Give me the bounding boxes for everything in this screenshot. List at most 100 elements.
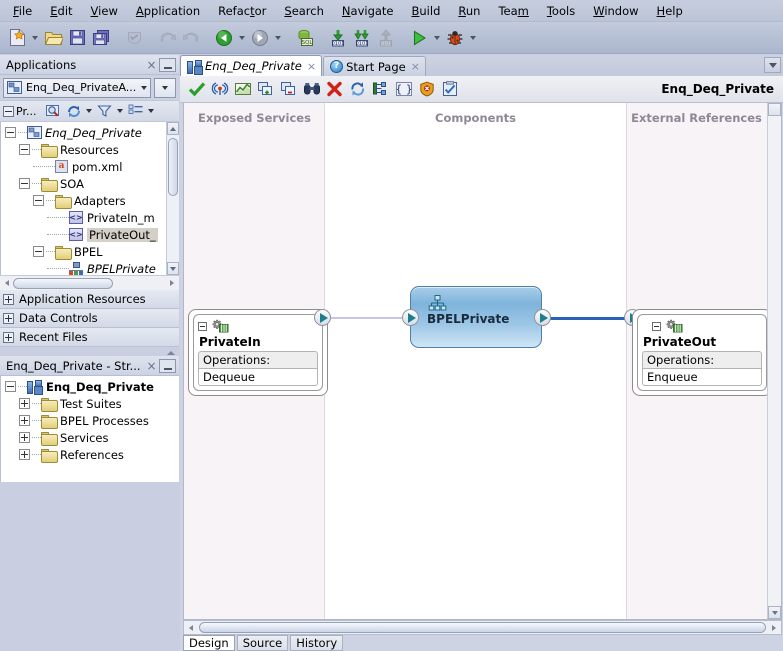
exposed-service-privatein[interactable]: PrivateIn Operations: Dequeue <box>188 309 328 396</box>
menu-item-edit[interactable]: Edit <box>41 2 81 20</box>
menu-item-application[interactable]: Application <box>127 2 209 20</box>
collapse-icon[interactable] <box>5 127 16 138</box>
scroll-down-arrow[interactable] <box>768 606 781 619</box>
close-icon[interactable]: × <box>144 359 159 373</box>
tree-item[interactable]: <> PrivateIn_m <box>1 209 179 226</box>
menu-item-navigate[interactable]: Navigate <box>333 2 403 20</box>
view-options-icon[interactable] <box>125 102 146 121</box>
filter-dropdown-arrow[interactable] <box>115 109 125 113</box>
collapse-icon[interactable] <box>33 195 44 206</box>
editor-tab-start-page[interactable]: ? Start Page × <box>323 56 426 76</box>
delete-red-x-icon[interactable] <box>323 78 346 101</box>
collapse-all-icon[interactable] <box>3 105 14 117</box>
new-dropdown-arrow[interactable] <box>29 27 41 49</box>
add-component-icon[interactable] <box>254 78 277 101</box>
scroll-up-arrow[interactable] <box>768 103 781 116</box>
menu-item-refactor[interactable]: Refactor <box>209 2 275 20</box>
component-output-port[interactable] <box>534 309 551 326</box>
project-tree-hscrollbar[interactable] <box>0 275 179 290</box>
menu-item-team[interactable]: Team <box>489 2 537 20</box>
security-shield-icon[interactable] <box>415 78 438 101</box>
remove-component-icon[interactable] <box>277 78 300 101</box>
tree-item[interactable]: Test Suites <box>1 395 179 412</box>
canvas-vscrollbar[interactable] <box>767 103 781 619</box>
expand-icon[interactable] <box>3 293 14 305</box>
refresh-dropdown-arrow[interactable] <box>84 109 94 113</box>
application-menu-button[interactable] <box>154 77 176 98</box>
component-input-port[interactable] <box>402 309 419 326</box>
braces-icon[interactable]: { } <box>392 78 415 101</box>
search-projects-icon[interactable] <box>42 102 63 121</box>
composite-canvas[interactable]: Exposed Services Components External Ref… <box>183 103 782 620</box>
menu-item-build[interactable]: Build <box>403 2 450 20</box>
collapse-icon[interactable] <box>19 178 30 189</box>
application-combo[interactable]: Enq_Deq_PrivateA... <box>3 77 151 98</box>
view-tab-source[interactable]: Source <box>236 635 289 651</box>
exposed-service-port[interactable] <box>314 309 331 326</box>
tree-item[interactable]: SOA <box>1 175 179 192</box>
view-options-dropdown-arrow[interactable] <box>146 109 156 113</box>
minimize-icon[interactable] <box>159 57 176 72</box>
menu-item-help[interactable]: Help <box>648 2 692 20</box>
back-icon[interactable] <box>212 26 236 50</box>
menu-item-run[interactable]: Run <box>449 2 489 20</box>
collapsed-section-data-controls[interactable]: Data Controls <box>0 309 179 328</box>
structure-resize-grip[interactable] <box>166 349 175 356</box>
scroll-right-arrow[interactable] <box>767 624 781 631</box>
save-all-icon[interactable] <box>89 26 113 50</box>
collapsed-section-application-resources[interactable]: Application Resources <box>0 290 179 309</box>
step-into-icon[interactable]: 0101 <box>326 26 350 50</box>
expand-icon[interactable] <box>3 331 14 343</box>
tree-item[interactable]: Resources <box>1 141 179 158</box>
minimize-icon[interactable] <box>159 358 176 373</box>
project-tree-vscrollbar[interactable] <box>166 122 179 275</box>
scroll-right-arrow[interactable] <box>165 277 178 290</box>
menu-item-view[interactable]: View <box>82 2 127 20</box>
menu-item-window[interactable]: Window <box>584 2 647 20</box>
tree-item[interactable]: a pom.xml <box>1 158 179 175</box>
collapsed-section-recent-files[interactable]: Recent Files <box>0 328 179 347</box>
expand-icon[interactable] <box>3 312 14 324</box>
collapse-icon[interactable] <box>19 144 30 155</box>
open-folder-icon[interactable] <box>41 26 65 50</box>
external-reference-privateout[interactable]: PrivateOut Operations: Enqueue <box>632 309 772 396</box>
expand-icon[interactable] <box>19 415 30 426</box>
tree-item[interactable]: BPEL <box>1 243 179 260</box>
run-dropdown-arrow[interactable] <box>431 27 443 49</box>
expand-icon[interactable] <box>19 449 30 460</box>
tree-item[interactable]: BPELPrivate <box>1 260 179 275</box>
expand-icon[interactable] <box>19 432 30 443</box>
tree-item[interactable]: <> PrivateOut_ <box>1 226 179 243</box>
collapse-icon[interactable] <box>33 246 44 257</box>
run-icon[interactable] <box>407 26 431 50</box>
component-bpelprivate[interactable]: BPELPrivate <box>410 286 542 348</box>
sql-worksheet-icon[interactable]: SQL <box>293 26 317 50</box>
scroll-left-arrow[interactable] <box>0 277 13 290</box>
tab-overflow-chevron-icon[interactable] <box>764 57 781 73</box>
save-icon[interactable] <box>65 26 89 50</box>
collapse-icon[interactable] <box>198 321 207 331</box>
scroll-thumb-h[interactable] <box>13 277 113 289</box>
wire-bpel-to-privateout[interactable] <box>542 317 633 320</box>
operation-dequeue[interactable]: Dequeue <box>198 369 318 386</box>
validate-check-icon[interactable] <box>185 78 208 101</box>
composite-icon[interactable] <box>369 78 392 101</box>
collapse-icon[interactable] <box>652 321 661 331</box>
close-icon[interactable]: × <box>307 60 316 73</box>
deploy-antenna-icon[interactable] <box>208 78 231 101</box>
step-over-icon[interactable]: 0101 <box>350 26 374 50</box>
menu-item-file[interactable]: File <box>4 2 41 20</box>
menu-item-tools[interactable]: Tools <box>538 2 584 20</box>
refresh-blue-icon[interactable] <box>346 78 369 101</box>
policy-clipboard-icon[interactable] <box>438 78 461 101</box>
filter-icon[interactable] <box>94 102 115 121</box>
close-icon[interactable]: × <box>144 58 159 72</box>
scroll-thumb[interactable] <box>168 138 178 196</box>
view-tab-history[interactable]: History <box>290 635 344 651</box>
scroll-down-arrow[interactable] <box>167 262 179 275</box>
view-tab-design[interactable]: Design <box>183 635 235 651</box>
project-tree[interactable]: Enq_Deq_Private Resources a pom.xml SOA Adapt… <box>0 122 179 275</box>
tree-item[interactable]: Enq_Deq_Private <box>1 124 179 141</box>
find-binoculars-icon[interactable] <box>300 78 323 101</box>
tree-item[interactable]: Adapters <box>1 192 179 209</box>
